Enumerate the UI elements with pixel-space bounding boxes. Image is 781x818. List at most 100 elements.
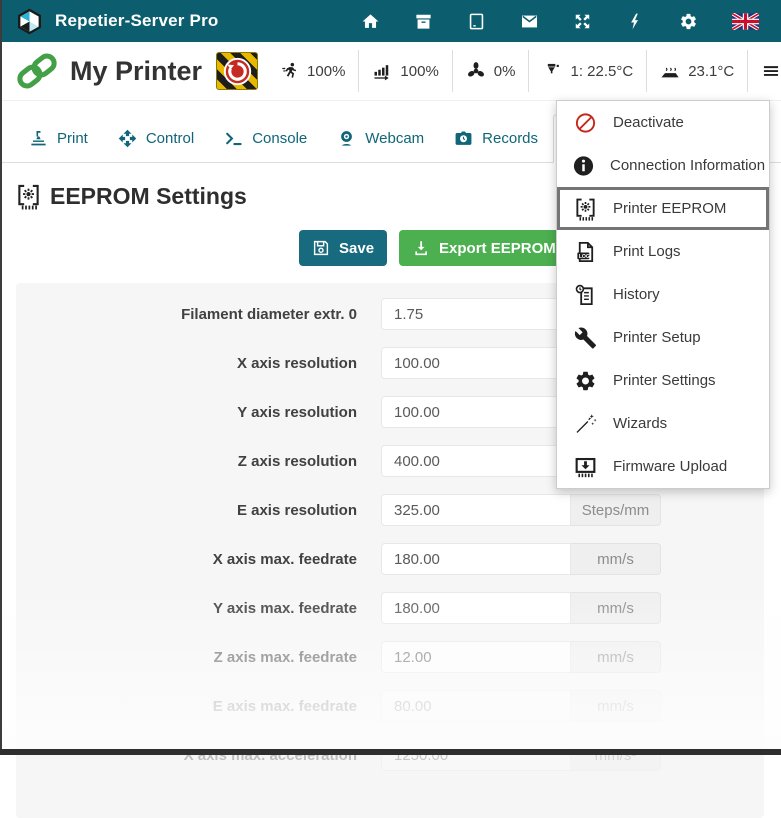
info-icon [572,154,595,178]
menu-item-firmware-upload[interactable]: Firmware Upload [557,445,769,488]
field-label: Z axis max. feedrate [16,649,381,666]
tablet-icon[interactable] [467,12,486,31]
input-group: Steps/mm [381,494,661,526]
unit-suffix: mm/s [571,543,661,575]
speed-icon [279,61,299,81]
input-group: mm/s [381,543,661,575]
webcam-icon [337,129,356,148]
wand-icon [572,412,598,436]
form-row-y-axis-max-feedrate: Y axis max. feedratemm/s [16,592,764,624]
gear-icon [572,369,598,393]
home-icon[interactable] [361,12,380,31]
input-y-axis-max-feedrate[interactable] [381,592,571,624]
app-title: Repetier-Server Pro [55,11,218,31]
status-value: 23.1°C [688,63,734,80]
input-x-axis-resolution[interactable] [381,347,571,379]
input-group: mm/s [381,690,661,722]
field-label: E axis resolution [16,502,381,519]
unit-suffix: mm/s [571,592,661,624]
firmware-icon [572,455,598,479]
archive-icon[interactable] [414,12,433,31]
fan-icon [466,61,486,81]
menu-item-label: Printer EEPROM [613,200,726,217]
extruder-icon [542,61,562,81]
tab-webcam[interactable]: Webcam [322,115,439,162]
print-icon [29,129,48,148]
printer-header: My Printer 100% 100% 0% 1: 22.5°C 23.1°C [0,42,781,101]
log-icon: LOG [572,240,598,264]
status-speed: 100% [266,50,358,92]
status-fan: 0% [452,50,529,92]
input-x-axis-max-acceleration[interactable] [381,739,571,771]
menu-item-printer-setup[interactable]: Printer Setup [557,316,769,359]
eeprom-chip-icon [16,183,41,210]
tab-label: Print [57,130,88,147]
page-title-text: EEPROM Settings [50,183,247,210]
input-group: mm/s² [381,739,661,771]
svg-text:LOG: LOG [578,254,589,260]
status-extruder: 1: 22.5°C [528,50,646,92]
menu-item-deactivate[interactable]: Deactivate [557,101,769,144]
status-bed: 23.1°C [646,50,747,92]
block-icon [572,111,598,135]
form-row-x-axis-max-feedrate: X axis max. feedrate mm/s [16,543,764,575]
flow-icon [372,61,392,81]
field-label: Z axis resolution [16,453,381,470]
input-z-axis-resolution[interactable] [381,445,571,477]
tab-label: Control [146,130,194,147]
window-bottom-border [0,749,781,755]
hamburger-icon [761,61,781,81]
menu-item-history[interactable]: History [557,273,769,316]
field-label: X axis max. feedrate [16,551,381,568]
bed-icon [660,61,680,81]
menu-item-label: Firmware Upload [613,458,727,475]
menu-item-label: History [613,286,660,303]
status-flow: 100% [358,50,451,92]
menu-item-print-logs[interactable]: LOG Print Logs [557,230,769,273]
chain-link-icon [16,53,58,89]
bolt-icon[interactable] [626,12,645,31]
menu-item-wizards[interactable]: Wizards [557,402,769,445]
tab-control[interactable]: Control [103,115,209,162]
records-icon [454,129,473,148]
printer-menu-button[interactable] [747,50,781,92]
menu-item-connection-information[interactable]: Connection Information [557,144,769,187]
printer-status-bar: 100% 100% 0% 1: 22.5°C 23.1°C [266,50,781,92]
menu-item-label: Connection Information [610,157,765,174]
menu-item-label: Wizards [613,415,667,432]
printer-name: My Printer [70,56,202,87]
input-filament-diameter-extr-0[interactable] [381,298,571,330]
status-value: 100% [400,63,438,80]
tab-print[interactable]: Print [14,115,103,162]
input-group: mm/s [381,641,661,673]
control-icon [118,129,137,148]
form-row-x-axis-max-acceleration: X axis max. accelerationmm/s² [16,739,764,771]
download-icon [412,239,430,257]
unit-suffix: mm/s [571,641,661,673]
field-label: X axis resolution [16,355,381,372]
menu-item-label: Deactivate [613,114,684,131]
gear-icon[interactable] [679,12,698,31]
emergency-stop-button[interactable] [216,52,258,90]
menu-item-printer-settings[interactable]: Printer Settings [557,359,769,402]
menu-item-printer-eeprom[interactable]: Printer EEPROM [557,187,769,230]
mail-icon[interactable] [520,12,539,31]
input-e-axis-max-feedrate[interactable] [381,690,571,722]
save-button[interactable]: Save [299,230,387,266]
menu-item-label: Printer Settings [613,372,716,389]
form-row-e-axis-max-feedrate: E axis max. feedratemm/s [16,690,764,722]
window-left-border [0,0,2,755]
uk-flag-icon[interactable] [732,13,759,30]
input-e-axis-resolution[interactable] [381,494,571,526]
input-x-axis-max-feedrate[interactable] [381,543,571,575]
console-icon [224,129,243,148]
input-y-axis-resolution[interactable] [381,396,571,428]
status-value: 0% [494,63,516,80]
tab-console[interactable]: Console [209,115,322,162]
expand-icon[interactable] [573,12,592,31]
field-label: Filament diameter extr. 0 [16,306,381,323]
tab-label: Webcam [365,130,424,147]
input-z-axis-max-feedrate[interactable] [381,641,571,673]
menu-item-label: Print Logs [613,243,681,260]
tab-records[interactable]: Records [439,115,553,162]
